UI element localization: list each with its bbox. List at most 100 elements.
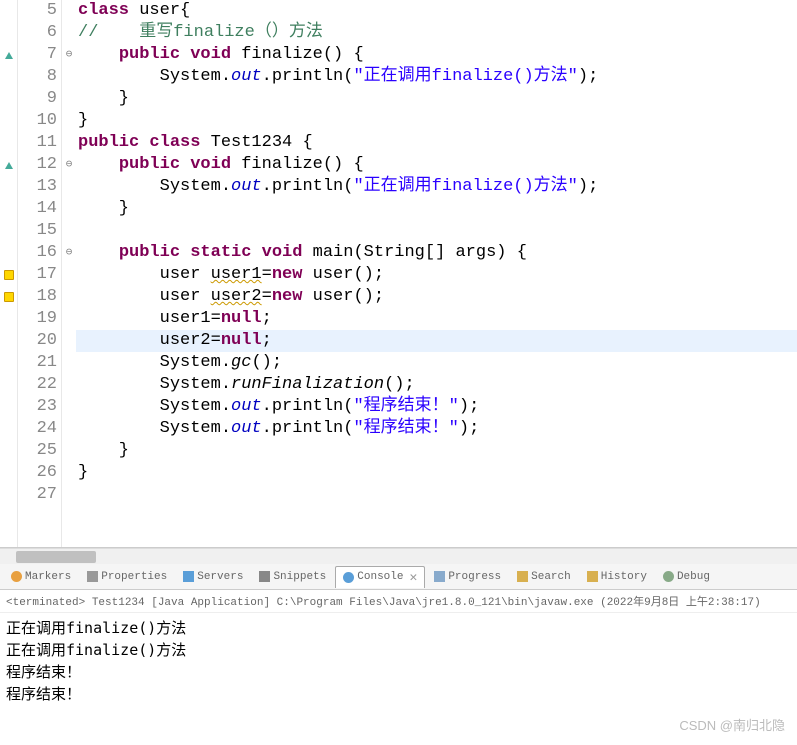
fold-toggle <box>62 308 76 330</box>
line-number: 16 <box>18 242 57 264</box>
marker-slot <box>0 352 17 374</box>
marker-slot <box>0 0 17 22</box>
close-icon[interactable]: ✕ <box>409 570 417 585</box>
fold-toggle <box>62 418 76 440</box>
fold-toggle[interactable]: ⊖ <box>62 242 76 264</box>
marker-slot <box>0 286 17 308</box>
console-launch-info: <terminated> Test1234 [Java Application]… <box>0 590 797 613</box>
fold-toggle <box>62 88 76 110</box>
tab-properties[interactable]: Properties <box>80 568 174 586</box>
fold-toggle <box>62 374 76 396</box>
marker-slot <box>0 264 17 286</box>
fold-toggle <box>62 352 76 374</box>
fold-toggle <box>62 110 76 132</box>
code-editor[interactable]: 5678910111213141516171819202122232425262… <box>0 0 797 548</box>
code-line[interactable]: System.out.println("程序结束！"); <box>76 418 797 440</box>
tab-label: Snippets <box>273 571 326 583</box>
line-number: 9 <box>18 88 57 110</box>
properties-icon <box>87 571 98 582</box>
line-number: 13 <box>18 176 57 198</box>
fold-toggle <box>62 286 76 308</box>
tab-label: Search <box>531 571 571 583</box>
fold-toggle <box>62 484 76 506</box>
snippets-icon <box>259 571 270 582</box>
tab-search[interactable]: Search <box>510 568 578 586</box>
marker-slot <box>0 132 17 154</box>
tab-servers[interactable]: Servers <box>176 568 250 586</box>
line-number: 23 <box>18 396 57 418</box>
tab-debug[interactable]: Debug <box>656 568 717 586</box>
tab-snippets[interactable]: Snippets <box>252 568 333 586</box>
code-line[interactable]: } <box>76 88 797 110</box>
fold-toggle[interactable]: ⊖ <box>62 154 76 176</box>
code-line[interactable]: public class Test1234 { <box>76 132 797 154</box>
horizontal-scrollbar[interactable] <box>0 548 797 564</box>
fold-toggle[interactable]: ⊖ <box>62 44 76 66</box>
fold-toggle <box>62 220 76 242</box>
line-number: 21 <box>18 352 57 374</box>
marker-slot <box>0 242 17 264</box>
override-icon[interactable] <box>5 162 13 169</box>
search-icon <box>517 571 528 582</box>
code-line[interactable]: class user{ <box>76 0 797 22</box>
warning-icon[interactable] <box>4 270 14 280</box>
code-line[interactable]: } <box>76 198 797 220</box>
code-line[interactable]: } <box>76 440 797 462</box>
code-line[interactable]: public static void main(String[] args) { <box>76 242 797 264</box>
code-line[interactable]: System.out.println("程序结束！"); <box>76 396 797 418</box>
code-line[interactable]: } <box>76 110 797 132</box>
code-line[interactable]: // 重写finalize（）方法 <box>76 22 797 44</box>
code-line[interactable]: } <box>76 462 797 484</box>
code-line[interactable]: public void finalize() { <box>76 154 797 176</box>
marker-slot <box>0 44 17 66</box>
marker-slot <box>0 110 17 132</box>
code-line[interactable] <box>76 484 797 506</box>
markers-icon <box>11 571 22 582</box>
fold-toggle <box>62 66 76 88</box>
fold-column[interactable]: ⊖ ⊖ ⊖ <box>62 0 76 547</box>
code-line[interactable]: System.runFinalization(); <box>76 374 797 396</box>
debug-icon <box>663 571 674 582</box>
tab-history[interactable]: History <box>580 568 654 586</box>
line-number: 6 <box>18 22 57 44</box>
override-icon[interactable] <box>5 52 13 59</box>
marker-slot <box>0 330 17 352</box>
fold-toggle <box>62 198 76 220</box>
code-line[interactable]: user1=null; <box>76 308 797 330</box>
marker-slot <box>0 396 17 418</box>
progress-icon <box>434 571 445 582</box>
console-line: 程序结束！ <box>6 661 791 683</box>
line-number: 8 <box>18 66 57 88</box>
warning-icon[interactable] <box>4 292 14 302</box>
tab-label: Progress <box>448 571 501 583</box>
line-number: 17 <box>18 264 57 286</box>
code-line[interactable]: System.out.println("正在调用finalize()方法"); <box>76 176 797 198</box>
code-content[interactable]: class user{// 重写finalize（）方法 public void… <box>76 0 797 547</box>
fold-toggle <box>62 0 76 22</box>
line-number-gutter: 5678910111213141516171819202122232425262… <box>18 0 62 547</box>
tab-progress[interactable]: Progress <box>427 568 508 586</box>
history-icon <box>587 571 598 582</box>
marker-slot <box>0 462 17 484</box>
fold-toggle <box>62 396 76 418</box>
line-number: 24 <box>18 418 57 440</box>
code-line[interactable] <box>76 220 797 242</box>
tab-label: History <box>601 571 647 583</box>
line-number: 26 <box>18 462 57 484</box>
scrollbar-thumb[interactable] <box>16 551 96 563</box>
tab-label: Properties <box>101 571 167 583</box>
line-number: 18 <box>18 286 57 308</box>
watermark: CSDN @南归北隐 <box>679 715 785 737</box>
tab-console[interactable]: Console✕ <box>335 566 425 588</box>
servers-icon <box>183 571 194 582</box>
code-line[interactable]: user user2=new user(); <box>76 286 797 308</box>
code-line[interactable]: user user1=new user(); <box>76 264 797 286</box>
tab-markers[interactable]: Markers <box>4 568 78 586</box>
tab-label: Debug <box>677 571 710 583</box>
code-line[interactable]: public void finalize() { <box>76 44 797 66</box>
console-output[interactable]: 正在调用finalize()方法正在调用finalize()方法程序结束！程序结… <box>0 613 797 745</box>
code-line[interactable]: System.out.println("正在调用finalize()方法"); <box>76 66 797 88</box>
line-number: 11 <box>18 132 57 154</box>
code-line[interactable]: System.gc(); <box>76 352 797 374</box>
code-line[interactable]: user2=null; <box>76 330 797 352</box>
